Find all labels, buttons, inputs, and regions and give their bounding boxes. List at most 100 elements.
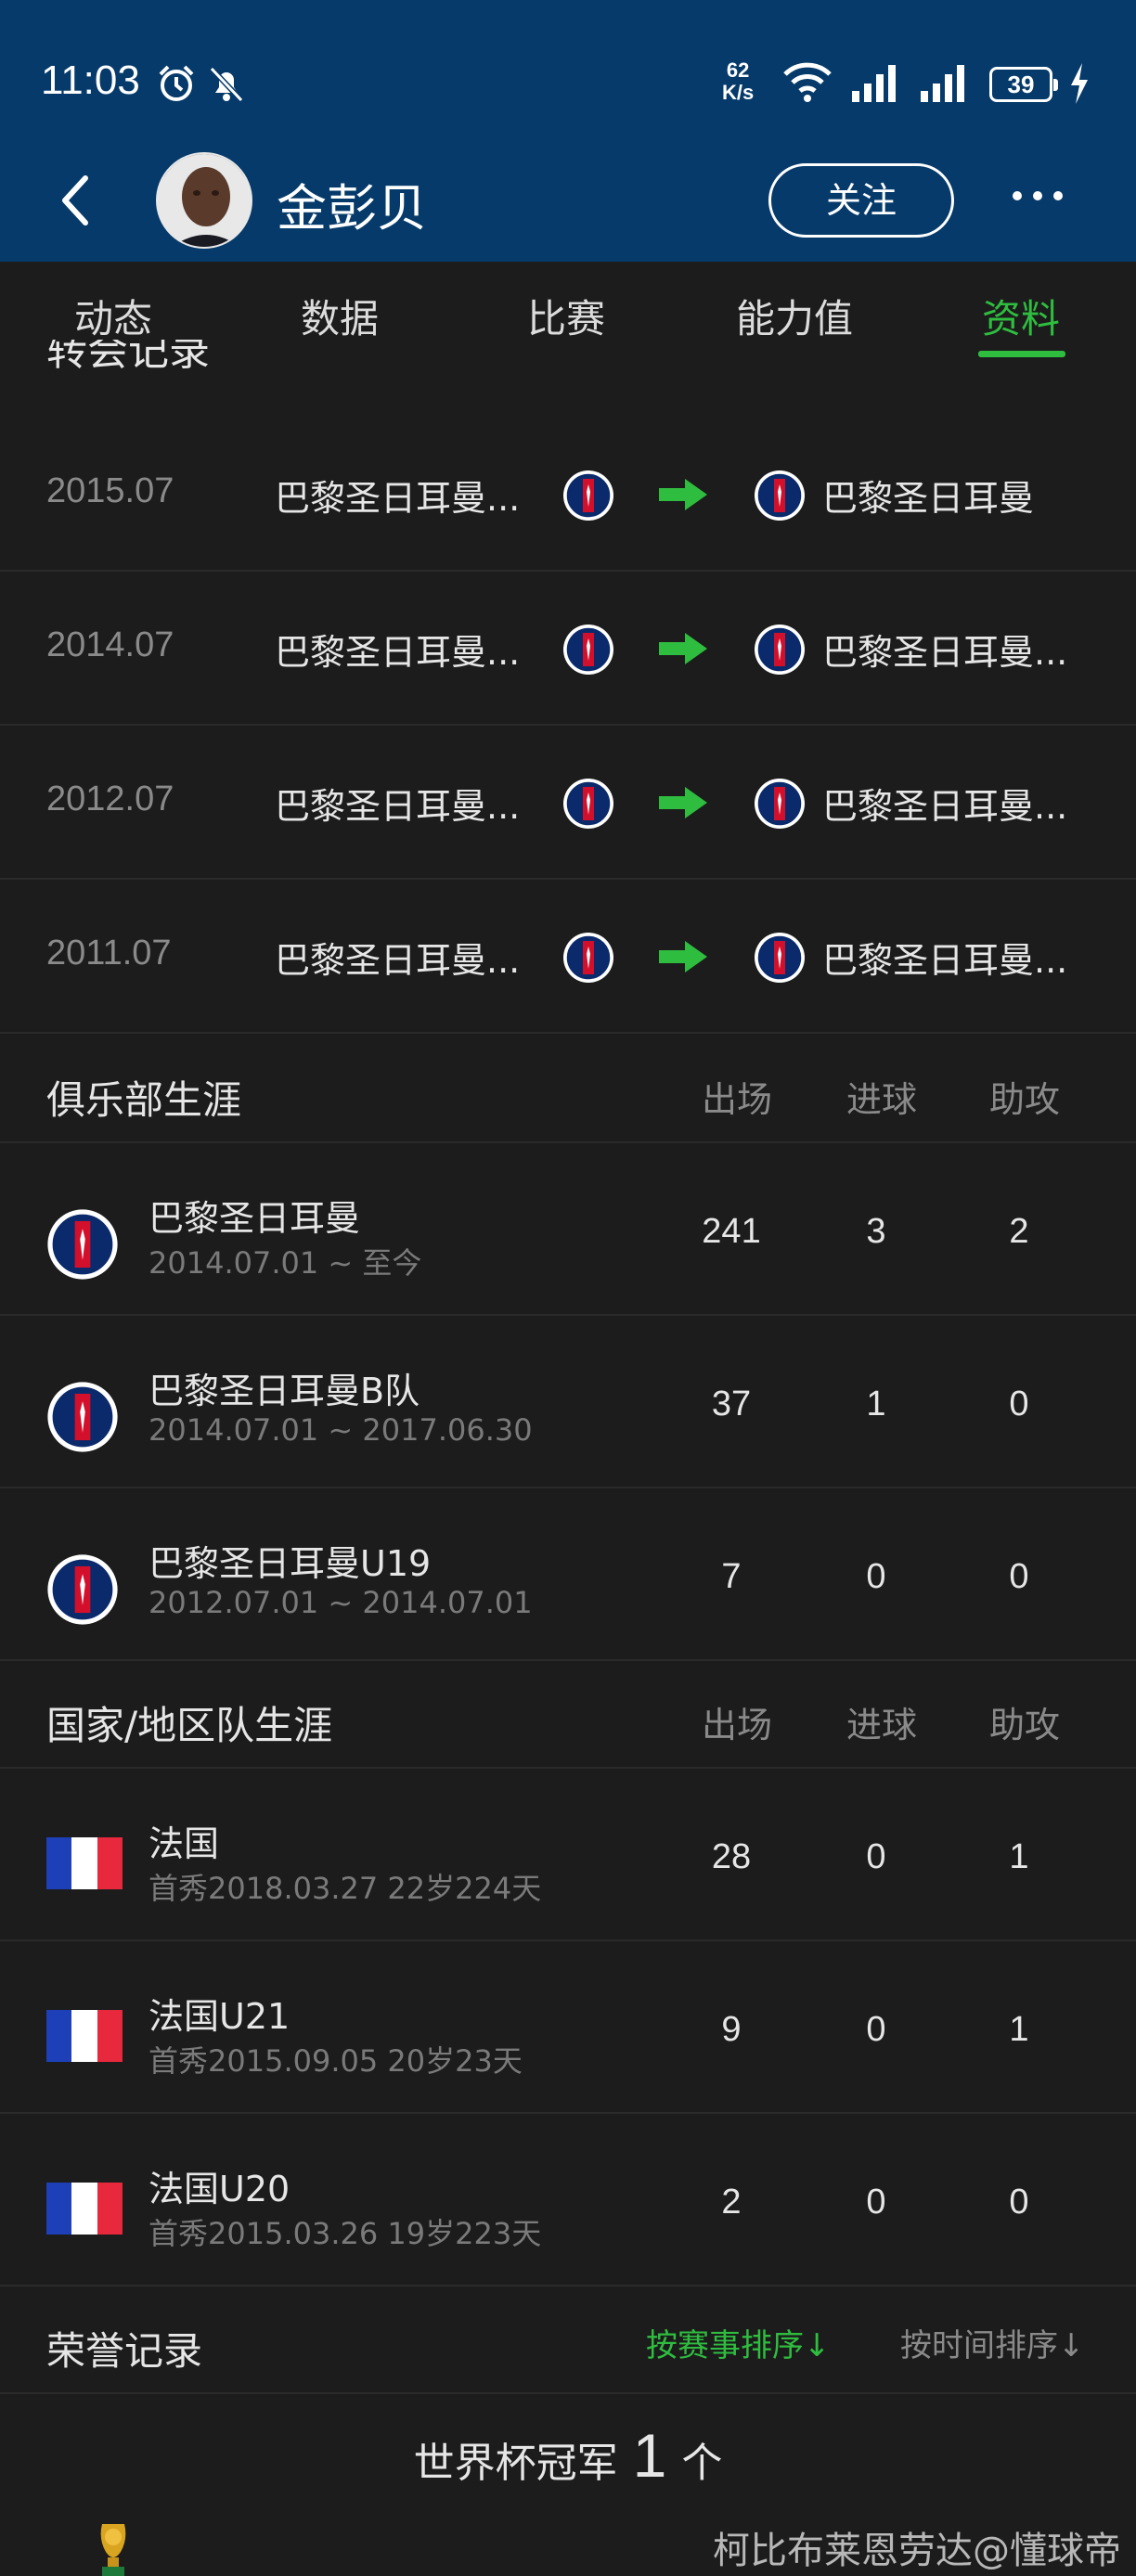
avatar[interactable] [156, 152, 252, 249]
club-career-header: 俱乐部生涯 出场 进球 助攻 [0, 1036, 1136, 1143]
apps-value: 28 [711, 1837, 752, 1876]
apps-value: 7 [721, 1557, 742, 1596]
tab-stats[interactable]: 数据 [256, 288, 423, 344]
transfer-arrow-icon [659, 941, 707, 972]
transfer-to-club: 巴黎圣日耳曼 [822, 478, 1035, 519]
club-career-row[interactable]: 巴黎圣日耳曼B队 2014.07.01 ~ 2017.06.30 37 1 0 [0, 1316, 1136, 1488]
tab-profile[interactable]: 资料 [937, 288, 1104, 344]
goals-value: 0 [866, 2183, 886, 2222]
mute-icon [209, 66, 244, 103]
team-name: 法国U21 [148, 1996, 290, 2037]
psg-badge-icon [47, 1554, 118, 1625]
transfer-arrow-icon [659, 633, 707, 664]
transfer-from-club: 巴黎圣日耳曼... [275, 786, 521, 827]
transfer-row[interactable]: 2012.07 巴黎圣日耳曼... 巴黎圣日耳曼... [0, 726, 1136, 880]
psg-badge-icon [563, 625, 613, 675]
national-career-row[interactable]: 法国U20 首秀2015.03.26 19岁223天 2 0 0 [0, 2114, 1136, 2286]
tab-ability[interactable]: 能力值 [711, 288, 878, 344]
psg-badge-icon [755, 625, 805, 675]
transfer-from-club: 巴黎圣日耳曼... [275, 478, 521, 519]
transfer-section-title-text: 转会记录 [46, 340, 210, 375]
honors-title: 荣誉记录 [46, 2328, 203, 2374]
signal-icon [852, 65, 896, 102]
assists-value: 1 [1009, 1837, 1029, 1876]
france-flag-icon [46, 2010, 123, 2062]
tab-active-indicator [978, 351, 1065, 357]
psg-badge-icon [563, 470, 613, 521]
tab-matches[interactable]: 比赛 [483, 288, 650, 344]
team-name: 法国 [148, 1823, 220, 1864]
team-debut: 首秀2015.03.26 19岁223天 [148, 2216, 542, 2251]
team-debut: 首秀2015.09.05 20岁23天 [148, 2043, 523, 2079]
national-career-row[interactable]: 法国 首秀2018.03.27 22岁224天 28 0 1 [0, 1769, 1136, 1941]
col-apps: 出场 [701, 1079, 772, 1120]
psg-badge-icon [755, 933, 805, 983]
club-period: 2014.07.01 ~ 2017.06.30 [148, 1412, 533, 1448]
apps-value: 9 [721, 2010, 742, 2049]
psg-badge-icon [755, 779, 805, 829]
psg-badge-icon [47, 1209, 118, 1280]
assists-value: 0 [1009, 1385, 1029, 1423]
transfer-to-club: 巴黎圣日耳曼... [822, 940, 1068, 981]
trophy-icon [100, 2524, 126, 2576]
transfer-arrow-icon [659, 787, 707, 818]
apps-value: 37 [711, 1385, 752, 1423]
col-assists: 助攻 [988, 1079, 1060, 1120]
assists-value: 2 [1009, 1212, 1029, 1251]
assists-value: 0 [1009, 1557, 1029, 1596]
psg-badge-icon [563, 933, 613, 983]
club-name: 巴黎圣日耳曼 [148, 1198, 361, 1239]
club-career-row[interactable]: 巴黎圣日耳曼U19 2012.07.01 ~ 2014.07.01 7 0 0 [0, 1488, 1136, 1661]
transfer-section-title: 转会记录 [46, 340, 418, 384]
club-period: 2012.07.01 ~ 2014.07.01 [148, 1585, 533, 1620]
player-name: 金彭贝 [277, 179, 427, 238]
goals-value: 0 [866, 2010, 886, 2049]
transfer-date: 2011.07 [46, 934, 172, 972]
goals-value: 0 [866, 1557, 886, 1596]
transfer-row[interactable]: 2014.07 巴黎圣日耳曼... 巴黎圣日耳曼... [0, 572, 1136, 726]
national-career-row[interactable]: 法国U21 首秀2015.09.05 20岁23天 9 0 1 [0, 1941, 1136, 2114]
transfer-date: 2012.07 [46, 779, 174, 818]
sort-by-time-button[interactable]: 按时间排序↓ [900, 2320, 1085, 2365]
col-goals: 进球 [846, 1079, 917, 1120]
transfer-to-club: 巴黎圣日耳曼... [822, 632, 1068, 673]
network-speed-value: 62 [726, 58, 750, 82]
national-career-title: 国家/地区队生涯 [46, 1703, 333, 1748]
tab-dynamics[interactable]: 动态 [30, 288, 197, 344]
follow-button[interactable]: 关注 [768, 163, 954, 238]
player-photo [158, 154, 251, 247]
world-cup-count: 1 [632, 2421, 667, 2490]
transfer-date: 2015.07 [46, 471, 174, 510]
club-career-row[interactable]: 巴黎圣日耳曼 2014.07.01 ~ 至今 241 3 2 [0, 1143, 1136, 1316]
col-assists: 助攻 [988, 1705, 1060, 1745]
status-bar: 11:03 62 K/s 39 [0, 0, 1136, 158]
network-speed-unit: K/s [722, 81, 755, 104]
watermark: 柯比布莱恩劳达@懂球帝 [713, 2530, 1121, 2572]
psg-badge-icon [755, 470, 805, 521]
charging-icon [1071, 63, 1088, 104]
team-debut: 首秀2018.03.27 22岁224天 [148, 1871, 542, 1906]
back-icon[interactable] [58, 173, 95, 228]
transfer-date: 2014.07 [46, 625, 174, 664]
transfer-row[interactable]: 2015.07 巴黎圣日耳曼... 巴黎圣日耳曼 [0, 418, 1136, 572]
sort-by-event-button[interactable]: 按赛事排序↓ [646, 2320, 831, 2365]
assists-value: 0 [1009, 2183, 1029, 2222]
psg-badge-icon [47, 1382, 118, 1452]
transfer-from-club: 巴黎圣日耳曼... [275, 632, 521, 673]
assists-value: 1 [1009, 2010, 1029, 2049]
club-name: 巴黎圣日耳曼B队 [148, 1371, 420, 1411]
apps-value: 2 [721, 2183, 742, 2222]
world-cup-label: 世界杯冠军 [413, 2440, 618, 2487]
app-header: 11:03 62 K/s 39 金彭贝 关注 [0, 0, 1136, 262]
transfer-row[interactable]: 2011.07 巴黎圣日耳曼... 巴黎圣日耳曼... [0, 880, 1136, 1034]
more-icon[interactable] [1010, 182, 1065, 210]
transfer-arrow-icon [659, 479, 707, 510]
club-period: 2014.07.01 ~ 至今 [148, 1245, 422, 1281]
signal-icon [921, 65, 964, 102]
france-flag-icon [46, 2183, 123, 2235]
network-speed: 62 K/s [722, 59, 754, 104]
battery-indicator: 39 [989, 67, 1058, 102]
col-goals: 进球 [846, 1705, 917, 1745]
col-apps: 出场 [701, 1705, 772, 1745]
status-time: 11:03 [41, 58, 140, 103]
